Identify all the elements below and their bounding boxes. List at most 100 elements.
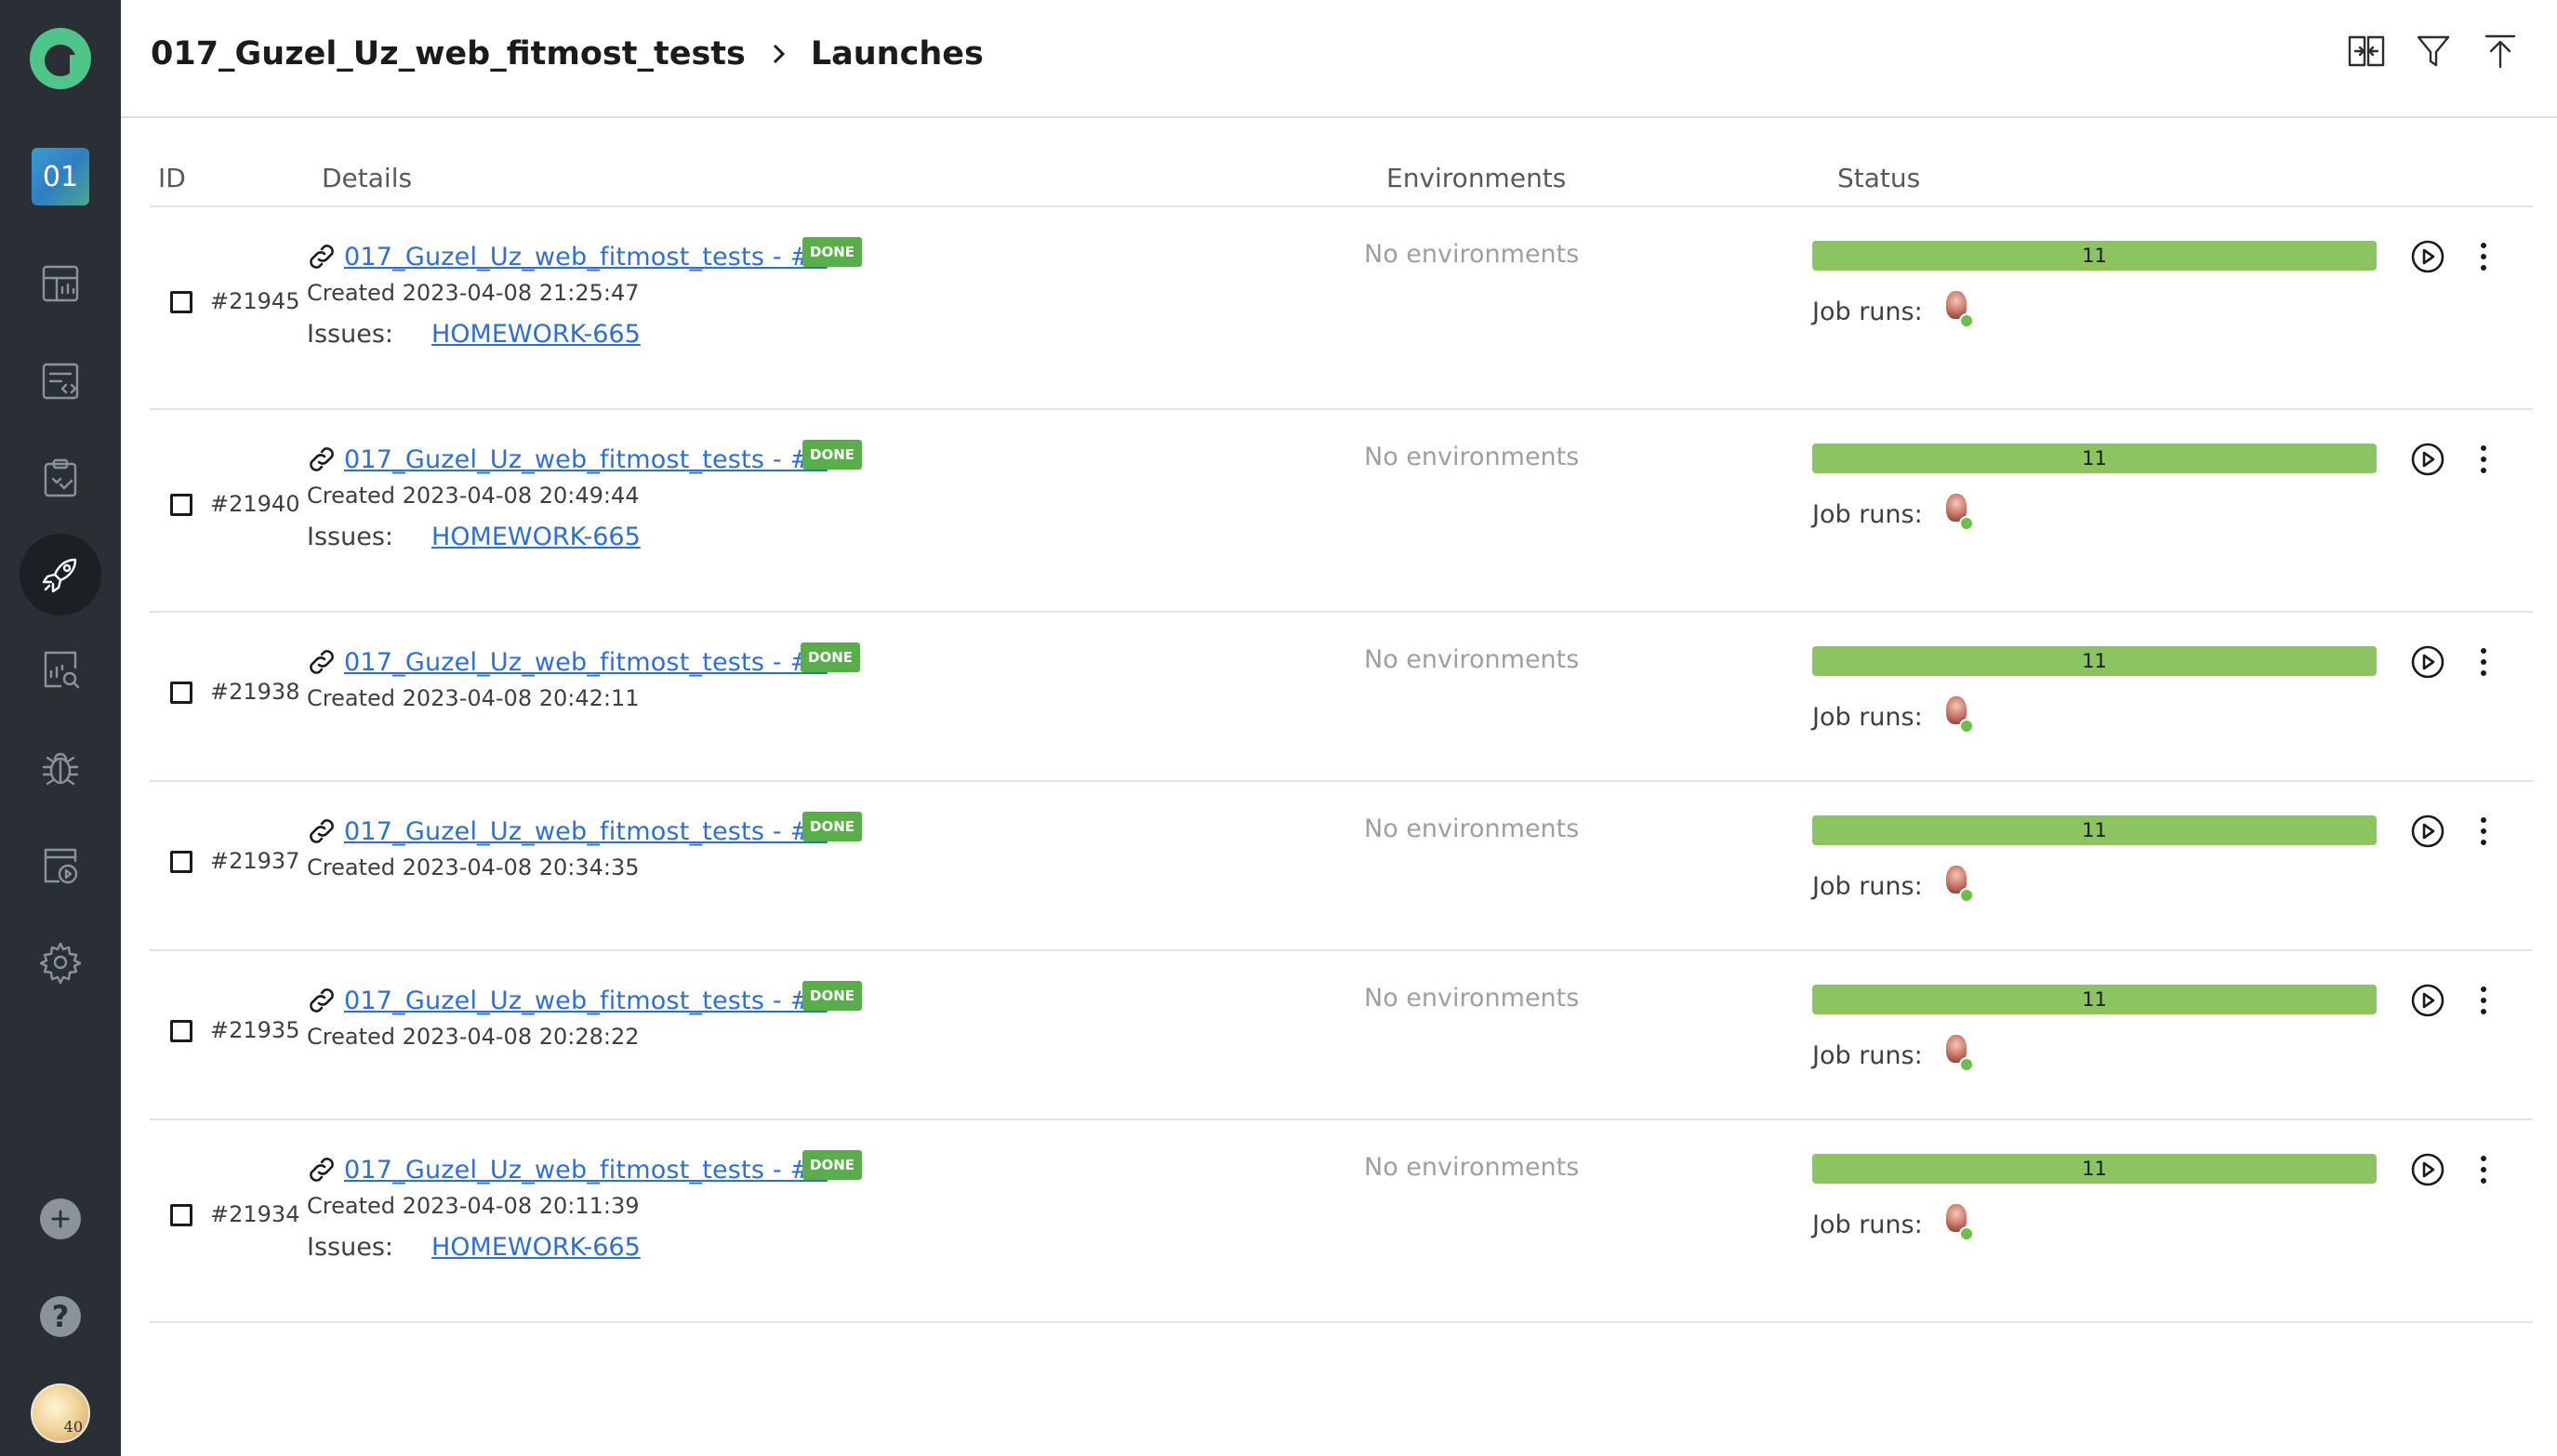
created-date: Created 2023-04-08 21:25:47 <box>307 280 640 306</box>
job-run-avatar[interactable] <box>1941 291 1974 328</box>
issue-link[interactable]: HOMEWORK-665 <box>431 320 641 349</box>
relaunch-play-icon[interactable] <box>2409 441 2446 478</box>
project-badge[interactable]: 01 <box>32 148 89 205</box>
status-progress-bar[interactable]: 11 <box>1812 646 2377 676</box>
filter-icon[interactable] <box>2414 30 2453 73</box>
job-run-avatar[interactable] <box>1941 866 1974 903</box>
launch-id: #21940 <box>210 491 300 517</box>
upload-icon[interactable] <box>2481 30 2520 73</box>
row-checkbox[interactable] <box>170 851 192 873</box>
column-header-id[interactable]: ID <box>158 163 186 193</box>
created-date: Created 2023-04-08 20:42:11 <box>307 685 640 711</box>
job-runs-label: Job runs: <box>1812 298 1923 326</box>
app-logo-icon[interactable] <box>0 17 121 100</box>
row-checkbox[interactable] <box>170 682 192 704</box>
column-header-details[interactable]: Details <box>322 163 412 193</box>
project-selector[interactable]: 01 <box>0 135 121 218</box>
relaunch-play-icon[interactable] <box>2409 813 2446 850</box>
more-options-icon[interactable] <box>2474 813 2493 850</box>
more-options-icon[interactable] <box>2474 441 2493 478</box>
issue-link[interactable]: HOMEWORK-665 <box>431 523 641 551</box>
header-actions <box>2347 30 2520 73</box>
breadcrumb: 017_Guzel_Uz_web_fitmost_tests Launches <box>151 35 984 73</box>
launch-name-link[interactable]: 017_Guzel_Uz_web_fitmost_tests - #8 <box>344 445 828 474</box>
issue-link[interactable]: HOMEWORK-665 <box>431 1233 641 1262</box>
job-run-avatar[interactable] <box>1941 494 1974 531</box>
more-options-icon[interactable] <box>2474 238 2493 275</box>
job-run-avatar[interactable] <box>1941 696 1974 734</box>
status-badge: DONE <box>802 812 863 841</box>
launch-name-link[interactable]: 017_Guzel_Uz_web_fitmost_tests - #9 <box>344 243 828 271</box>
table-row[interactable]: #21940 017_Guzel_Uz_web_fitmost_tests - … <box>150 410 2533 613</box>
relaunch-play-icon[interactable] <box>2409 238 2446 275</box>
table-row[interactable]: #21938 017_Guzel_Uz_web_fitmost_tests - … <box>150 613 2533 782</box>
passed-count: 11 <box>2082 245 2107 267</box>
relaunch-play-icon[interactable] <box>2409 1151 2446 1188</box>
job-run-avatar[interactable] <box>1941 1204 1974 1241</box>
link-icon <box>306 986 339 1014</box>
link-icon <box>306 648 339 676</box>
row-checkbox[interactable] <box>170 494 192 516</box>
table-row[interactable]: #21945 017_Guzel_Uz_web_fitmost_tests - … <box>150 207 2533 410</box>
more-options-icon[interactable] <box>2474 1151 2493 1188</box>
scheduled-runs-icon[interactable] <box>0 823 121 907</box>
job-runs-label: Job runs: <box>1812 500 1923 529</box>
more-options-icon[interactable] <box>2474 643 2493 681</box>
environments-value: No environments <box>1364 443 1580 471</box>
row-checkbox[interactable] <box>170 291 192 313</box>
passed-count: 11 <box>2082 650 2107 672</box>
test-cases-icon[interactable] <box>0 339 121 423</box>
user-avatar[interactable]: 40 <box>0 1371 121 1455</box>
status-progress-bar[interactable]: 11 <box>1812 1154 2377 1184</box>
chevron-right-icon <box>764 40 792 68</box>
test-runs-icon[interactable] <box>0 437 121 521</box>
job-run-avatar[interactable] <box>1941 1035 1974 1072</box>
environments-value: No environments <box>1364 814 1580 843</box>
help-icon[interactable]: ? <box>0 1275 121 1358</box>
link-icon <box>306 243 339 271</box>
dashboard-icon[interactable] <box>0 242 121 325</box>
row-checkbox[interactable] <box>170 1204 192 1226</box>
relaunch-play-icon[interactable] <box>2409 982 2446 1019</box>
status-progress-bar[interactable]: 11 <box>1812 815 2377 845</box>
launch-id: #21934 <box>210 1201 300 1227</box>
job-runs-label: Job runs: <box>1812 1211 1923 1239</box>
job-runs-label: Job runs: <box>1812 1041 1923 1070</box>
status-progress-bar[interactable]: 11 <box>1812 985 2377 1014</box>
row-checkbox[interactable] <box>170 1020 192 1042</box>
table-row[interactable]: #21937 017_Guzel_Uz_web_fitmost_tests - … <box>150 782 2533 951</box>
launches-rocket-icon[interactable] <box>20 534 101 615</box>
compare-icon[interactable] <box>2347 30 2386 73</box>
bug-icon[interactable] <box>0 725 121 809</box>
status-badge: DONE <box>802 237 863 267</box>
page-title: Launches <box>810 35 984 73</box>
launch-name-link[interactable]: 017_Guzel_Uz_web_fitmost_tests - #5 <box>344 986 828 1015</box>
avatar-badge-text: 40 <box>63 1418 83 1436</box>
status-progress-bar[interactable]: 11 <box>1812 241 2377 271</box>
launch-name-link[interactable]: 017_Guzel_Uz_web_fitmost_tests - #6 <box>344 817 828 846</box>
analytics-search-icon[interactable] <box>0 628 121 711</box>
launch-name-link[interactable]: 017_Guzel_Uz_web_fitmost_tests - #7 <box>344 648 828 677</box>
launch-id: #21945 <box>210 288 300 314</box>
breadcrumb-project[interactable]: 017_Guzel_Uz_web_fitmost_tests <box>151 35 746 73</box>
table-row[interactable]: #21935 017_Guzel_Uz_web_fitmost_tests - … <box>150 951 2533 1120</box>
add-project-icon[interactable] <box>0 1177 121 1261</box>
launch-name-link[interactable]: 017_Guzel_Uz_web_fitmost_tests - #4 <box>344 1156 828 1185</box>
status-progress-bar[interactable]: 11 <box>1812 443 2377 473</box>
launch-id: #21935 <box>210 1017 300 1043</box>
environments-value: No environments <box>1364 240 1580 269</box>
launches-nav[interactable] <box>0 533 121 616</box>
table-row[interactable]: #21934 017_Guzel_Uz_web_fitmost_tests - … <box>150 1120 2533 1323</box>
more-options-icon[interactable] <box>2474 982 2493 1019</box>
settings-gear-icon[interactable] <box>0 920 121 1004</box>
column-header-status[interactable]: Status <box>1837 163 1920 193</box>
sidebar: 01 ? 40 <box>0 0 121 1456</box>
launch-id: #21938 <box>210 679 300 705</box>
relaunch-play-icon[interactable] <box>2409 643 2446 681</box>
created-date: Created 2023-04-08 20:49:44 <box>307 483 640 509</box>
link-icon <box>306 817 339 845</box>
column-header-environments[interactable]: Environments <box>1386 163 1566 193</box>
issues-label: Issues: <box>307 320 393 349</box>
passed-count: 11 <box>2082 447 2107 470</box>
issues-label: Issues: <box>307 523 393 551</box>
